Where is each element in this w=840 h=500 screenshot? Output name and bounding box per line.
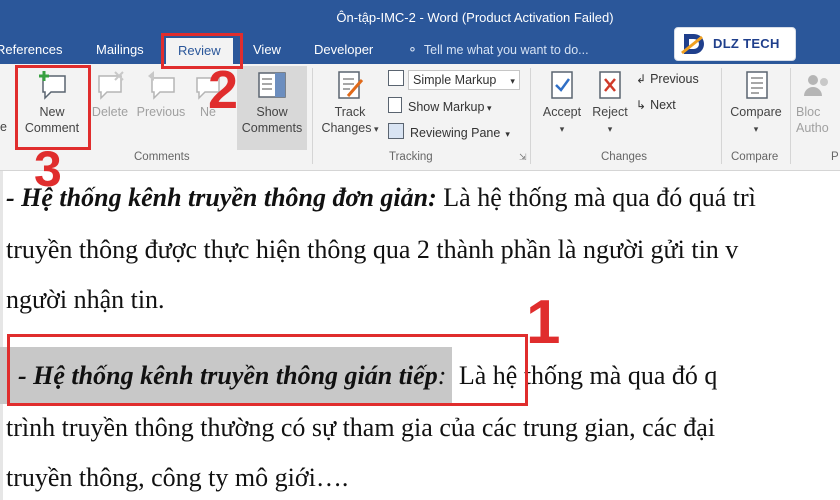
track-changes-button[interactable]: Track Changes ▾ (318, 70, 382, 137)
chevron-down-icon: ▾ (607, 124, 613, 134)
people-icon (804, 75, 828, 96)
compare-label: Compare (730, 105, 782, 119)
chevron-down-icon: ▾ (559, 124, 565, 134)
reviewing-pane-icon (388, 123, 404, 139)
compare-icon (746, 71, 768, 99)
group-separator (721, 68, 722, 164)
compare-button[interactable]: Compare ▾ (726, 70, 786, 137)
accept-label: Accept (542, 105, 582, 119)
block-authors-label-2: Autho (796, 121, 829, 135)
step-number-3: 3 (34, 141, 62, 197)
delete-comment-button[interactable]: Delete (88, 70, 132, 120)
reviewing-pane-button[interactable]: Reviewing Pane ▾ (388, 123, 510, 140)
paragraph-1-text: Là hệ thống mà qua đó quá trì (436, 183, 756, 212)
delete-label: Delete (91, 105, 129, 119)
tab-references[interactable]: References (0, 42, 62, 57)
tab-mailings[interactable]: Mailings (96, 42, 144, 57)
highlight-box-selected-text (7, 334, 528, 406)
page-margin-bar (0, 171, 3, 500)
window-title: Ôn-tập-IMC-2 - Word (Product Activation … (336, 10, 614, 25)
compare-group-label: Compare (731, 151, 779, 163)
logo-text: DLZ TECH (713, 36, 780, 51)
tab-view[interactable]: View (253, 42, 281, 57)
delete-comment-icon (98, 71, 124, 100)
protect-group-label: P (831, 151, 839, 163)
paragraph-2-line-3: truyền thông, công ty mô giới…. (6, 463, 349, 492)
next-change-label: Next (650, 98, 676, 112)
chevron-down-icon: ▾ (510, 76, 515, 86)
track-changes-icon (338, 71, 364, 99)
show-comments-label-2: Comments (241, 121, 303, 135)
tell-me-box[interactable]: ⚬ Tell me what you want to do... (407, 42, 589, 58)
chevron-down-icon: ▾ (371, 124, 379, 134)
ribbon: e New Comment Delete Previous Ne Show Co… (0, 64, 840, 171)
show-markup-button[interactable]: Show Markup ▾ (388, 97, 491, 114)
group-separator (312, 68, 313, 164)
chevron-down-icon: ▾ (753, 124, 759, 134)
cut-off-label: e (0, 120, 7, 134)
step-number-1: 1 (526, 288, 561, 357)
lightbulb-icon: ⚬ (407, 42, 418, 57)
block-authors-label-1: Bloc (796, 105, 821, 119)
markup-dropdown-value: Simple Markup (413, 73, 497, 87)
paragraph-2-line-2: trình truyền thông thường có sự tham gia… (6, 413, 716, 442)
show-comments-button[interactable]: Show Comments (237, 66, 307, 150)
block-authors-button[interactable]: Bloc Autho (796, 70, 840, 136)
group-separator (790, 68, 791, 164)
previous-change-button[interactable]: ↲ Previous (636, 72, 699, 86)
previous-comment-button[interactable]: Previous (132, 70, 190, 120)
previous-change-icon: ↲ (636, 72, 647, 86)
show-comments-label-1: Show (256, 105, 288, 119)
highlight-box-new-comment (15, 65, 91, 150)
markup-dropdown[interactable]: Simple Markup ▾ (388, 70, 520, 90)
next-change-icon: ↳ (636, 98, 647, 112)
markup-icon (388, 70, 404, 86)
group-separator (530, 68, 531, 164)
accept-icon (551, 71, 573, 99)
track-changes-label-2: Changes (321, 121, 372, 135)
reject-label: Reject (592, 105, 628, 119)
dialog-launcher-icon[interactable]: ⇲ (519, 152, 527, 163)
reject-button[interactable]: Reject ▾ (588, 70, 632, 137)
next-change-button[interactable]: ↳ Next (636, 98, 676, 112)
previous-change-label: Previous (650, 72, 699, 86)
paragraph-1-line-3: người nhận tin. (6, 285, 165, 314)
show-markup-label: Show Markup (408, 100, 485, 114)
show-comments-icon (258, 72, 286, 98)
previous-comment-label: Previous (136, 105, 186, 119)
step-number-2: 2 (208, 60, 239, 120)
accept-button[interactable]: Accept ▾ (538, 70, 586, 137)
tracking-group-label: Tracking (389, 151, 433, 163)
chevron-down-icon: ▾ (484, 103, 492, 113)
track-changes-label-1: Track (334, 105, 366, 119)
brand-logo: DLZ TECH (674, 27, 796, 61)
comments-group-label: Comments (134, 151, 190, 163)
previous-comment-icon (148, 71, 175, 100)
paragraph-1-line-1: - Hệ thống kênh truyền thông đơn giản: L… (6, 183, 756, 213)
changes-group-label: Changes (601, 151, 648, 163)
tab-developer[interactable]: Developer (314, 42, 373, 57)
chevron-down-icon: ▾ (500, 129, 510, 139)
logo-mark-icon (681, 34, 704, 55)
paragraph-1-line-2: truyền thông được thực hiện thông qua 2 … (6, 235, 739, 264)
tell-me-placeholder: Tell me what you want to do... (423, 43, 589, 57)
reviewing-pane-label: Reviewing Pane (410, 126, 501, 140)
show-markup-icon (388, 97, 402, 113)
reject-icon (599, 71, 621, 99)
term-simple-channel: - Hệ thống kênh truyền thông đơn giản: (6, 183, 437, 212)
